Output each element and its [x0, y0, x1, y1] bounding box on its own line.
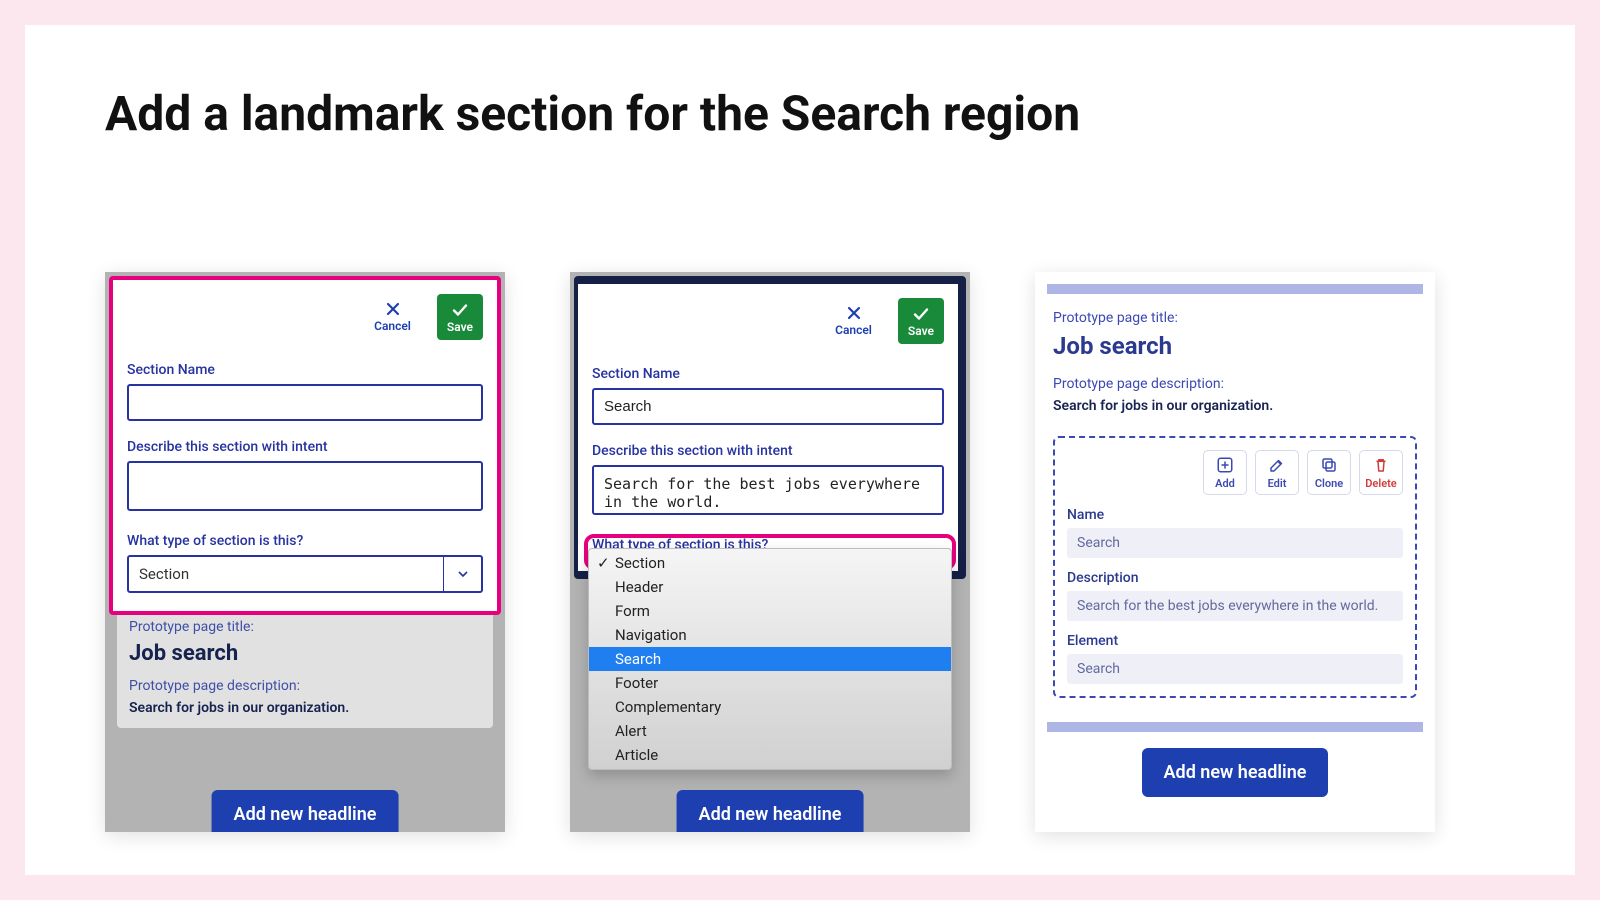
cancel-button[interactable]: Cancel	[374, 301, 411, 333]
section-type-select[interactable]: Section	[127, 555, 483, 593]
check-icon	[452, 302, 468, 318]
divider-bar	[1047, 722, 1423, 732]
delete-icon	[1372, 456, 1390, 474]
delete-button[interactable]: Delete	[1359, 450, 1403, 495]
add-button[interactable]: Add	[1203, 450, 1247, 495]
dropdown-option[interactable]: Section	[589, 551, 951, 575]
section-actions: Add Edit Clone Delete	[1067, 450, 1403, 495]
panel-3-content: Prototype page title: Job search Prototy…	[1035, 310, 1435, 698]
clone-icon	[1320, 456, 1338, 474]
dropdown-option[interactable]: Navigation	[589, 623, 951, 647]
add-icon	[1216, 456, 1234, 474]
dialog-actions: Cancel Save	[592, 298, 944, 344]
describe-label: Describe this section with intent	[127, 439, 483, 455]
prototype-title-value: Job search	[129, 641, 481, 666]
add-headline-button[interactable]: Add new headline	[677, 790, 864, 832]
dropdown-option[interactable]: Header	[589, 575, 951, 599]
prototype-info-panel: Prototype page title: Job search Prototy…	[117, 607, 493, 728]
name-label: Name	[1067, 507, 1403, 523]
section-name-label: Section Name	[127, 362, 483, 378]
close-icon	[385, 301, 401, 317]
section-type-value: Section	[129, 557, 443, 591]
section-dialog: Cancel Save Section Name Describe this s…	[574, 276, 966, 579]
dropdown-option[interactable]: Alert	[589, 719, 951, 743]
describe-input[interactable]	[127, 461, 483, 511]
panels-row: Prototype page title: Job search Prototy…	[105, 272, 1495, 832]
describe-input[interactable]	[592, 465, 944, 515]
edit-button[interactable]: Edit	[1255, 450, 1299, 495]
panel-1: Prototype page title: Job search Prototy…	[105, 272, 505, 832]
save-button[interactable]: Save	[437, 294, 483, 340]
section-name-input[interactable]	[592, 388, 944, 425]
close-icon	[846, 305, 862, 321]
slide-canvas: Add a landmark section for the Search re…	[25, 25, 1575, 875]
describe-label: Describe this section with intent	[592, 443, 944, 459]
dropdown-option[interactable]: Search	[589, 647, 951, 671]
clone-button[interactable]: Clone	[1307, 450, 1351, 495]
section-type-dropdown[interactable]: SectionHeaderFormNavigationSearchFooterC…	[588, 548, 952, 770]
element-value: Search	[1067, 654, 1403, 684]
panel-3: Prototype page title: Job search Prototy…	[1035, 272, 1435, 832]
type-label: What type of section is this?	[127, 533, 483, 549]
section-name-input[interactable]	[127, 384, 483, 421]
dropdown-option[interactable]: Complementary	[589, 695, 951, 719]
check-icon	[913, 306, 929, 322]
slide-title: Add a landmark section for the Search re…	[105, 85, 1495, 142]
edit-icon	[1268, 456, 1286, 474]
dialog-actions: Cancel Save	[127, 294, 483, 340]
dropdown-option[interactable]: Article	[589, 743, 951, 767]
section-name-label: Section Name	[592, 366, 944, 382]
add-headline-button[interactable]: Add new headline	[1142, 748, 1329, 797]
add-headline-button[interactable]: Add new headline	[212, 790, 399, 832]
prototype-desc-label: Prototype page description:	[1053, 376, 1417, 392]
description-value: Search for the best jobs everywhere in t…	[1067, 591, 1403, 621]
prototype-title-value: Job search	[1053, 332, 1417, 360]
prototype-title-label: Prototype page title:	[1053, 310, 1417, 326]
prototype-desc-value: Search for jobs in our organization.	[1053, 398, 1417, 414]
prototype-desc-label: Prototype page description:	[129, 678, 481, 694]
prototype-desc-value: Search for jobs in our organization.	[129, 700, 481, 716]
dropdown-option[interactable]: Footer	[589, 671, 951, 695]
chevron-down-icon	[443, 557, 481, 591]
section-card: Add Edit Clone Delete	[1053, 436, 1417, 698]
cancel-button[interactable]: Cancel	[835, 305, 872, 337]
save-button[interactable]: Save	[898, 298, 944, 344]
element-label: Element	[1067, 633, 1403, 649]
description-label: Description	[1067, 570, 1403, 586]
divider-bar	[1047, 284, 1423, 294]
panel-2: Add new headline Cancel Save Section Nam…	[570, 272, 970, 832]
prototype-title-label: Prototype page title:	[129, 619, 481, 635]
name-value: Search	[1067, 528, 1403, 558]
dropdown-option[interactable]: Form	[589, 599, 951, 623]
section-dialog: Cancel Save Section Name Describe this s…	[109, 276, 501, 615]
